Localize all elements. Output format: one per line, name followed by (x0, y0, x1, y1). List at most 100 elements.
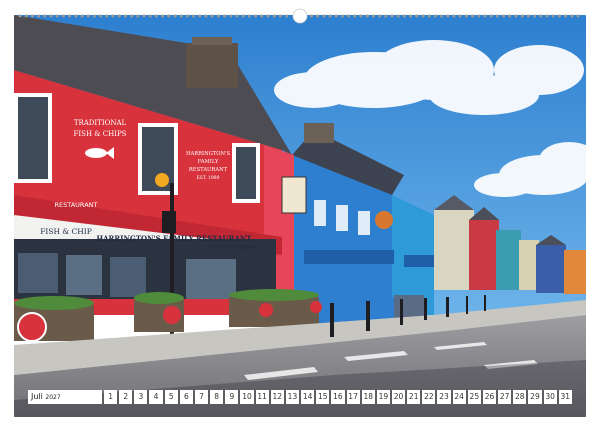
day-cell: 2 (119, 390, 133, 404)
binding-dot (55, 14, 59, 18)
binding-dot (390, 14, 394, 18)
binding-dot (347, 14, 351, 18)
binding-dot (235, 14, 239, 18)
binding-dot (86, 14, 90, 18)
round-sign-2 (163, 306, 181, 324)
day-cell: 16 (331, 390, 345, 404)
day-cells: 1 2 3 4 5 6 7 8 9 10 11 12 13 14 15 16 17 18 19 20 21 22 23 24 2… (104, 390, 572, 404)
binding-dot (533, 14, 537, 18)
day-cell: 4 (149, 390, 163, 404)
day-cell: 6 (179, 390, 193, 404)
binding-dot (495, 14, 499, 18)
binding-dot (43, 14, 47, 18)
day-cell: 7 (194, 390, 209, 404)
binding-dot (198, 14, 202, 18)
fascia-restaurant: RESTAURANT (55, 201, 98, 209)
day-cell: 28 (513, 390, 527, 404)
binding-dot (471, 14, 475, 18)
hanging-sign (281, 176, 307, 214)
binding-dot (570, 14, 574, 18)
binding-dot (266, 14, 270, 18)
binding-dot (179, 14, 183, 18)
binding-dot (229, 14, 233, 18)
binding-dot (433, 14, 437, 18)
day-cell: 14 (301, 390, 315, 404)
binding-dot (483, 14, 487, 18)
harrington-sign-line-3: RESTAURANT (189, 167, 228, 173)
binding-dot (68, 14, 72, 18)
binding-dot (185, 14, 189, 18)
binding-dot (564, 14, 568, 18)
month-name: Juli (31, 392, 43, 401)
street-photo: TRADITIONAL FISH & CHIPS HARRINGTON'S FA… (14, 15, 586, 417)
wall-sign-line-2: FISH & CHIPS (74, 130, 127, 138)
binding-dot (30, 14, 34, 18)
binding-dot (545, 14, 549, 18)
binding-dot (148, 14, 152, 18)
binding-dot (458, 14, 462, 18)
calendar-strip: Juli 2027 1 2 3 4 5 6 7 8 9 10 11 12 13 14 15 16 17 18 19 2… (28, 390, 572, 404)
harrington-sign-line-1: HARRINGTON'S (186, 151, 230, 157)
binding-dot (452, 14, 456, 18)
fascia-main: HARRINGTON'S FAMILY RESTAURANT (96, 234, 252, 243)
binding-dot (309, 14, 313, 18)
binding-dot (61, 14, 65, 18)
day-cell: 30 (543, 390, 557, 404)
binding-dot (130, 14, 134, 18)
harrington-sign-line-4: EST. 1989 (196, 175, 219, 181)
binding-dot (272, 14, 276, 18)
binding-dot (539, 14, 543, 18)
binding-dot (92, 14, 96, 18)
binding-dot (508, 14, 512, 18)
wall-sign-line-1: TRADITIONAL (74, 119, 127, 127)
day-cell: 21 (407, 390, 421, 404)
binding-dot (371, 14, 375, 18)
binding-dot (173, 14, 177, 18)
binding-dot (415, 14, 419, 18)
binding-dot (161, 14, 165, 18)
day-cell: 31 (558, 390, 572, 404)
binding-dot (489, 14, 493, 18)
binding-dot (74, 14, 78, 18)
day-cell: 23 (437, 390, 451, 404)
binding-dot (142, 14, 146, 18)
day-cell: 13 (285, 390, 300, 404)
binding-dot (384, 14, 388, 18)
day-cell: 3 (134, 390, 148, 404)
day-cell: 18 (361, 390, 375, 404)
binding-dot (328, 14, 332, 18)
street-lamp (155, 173, 169, 187)
binding-dot (440, 14, 444, 18)
binding-dot (223, 14, 227, 18)
binding-dot (278, 14, 282, 18)
round-sign-4 (310, 301, 322, 313)
day-cell: 12 (270, 390, 284, 404)
binding-dot (285, 14, 289, 18)
binding-dot (526, 14, 530, 18)
binding-dot (520, 14, 524, 18)
binding-dot (260, 14, 264, 18)
day-cell: 25 (467, 390, 481, 404)
binding-dot (551, 14, 555, 18)
binding-dot (477, 14, 481, 18)
month-year: 2027 (45, 394, 61, 401)
binding-dot (396, 14, 400, 18)
binding-dot (37, 14, 41, 18)
day-cell: 22 (422, 390, 436, 404)
binding-dot (111, 14, 115, 18)
day-cell: 5 (164, 390, 178, 404)
day-cell: 1 (104, 390, 118, 404)
binding-dot (365, 14, 369, 18)
binding-dot (427, 14, 431, 18)
hanger-hole (292, 8, 308, 24)
binding-dot (576, 14, 580, 18)
day-cell: 11 (255, 390, 269, 404)
binding-dot (409, 14, 413, 18)
day-cell: 9 (225, 390, 239, 404)
binding-dot (446, 14, 450, 18)
fascia-fish-chip: FISH & CHIP (40, 227, 92, 236)
binding-dot (241, 14, 245, 18)
binding-dot (557, 14, 561, 18)
binding-dot (105, 14, 109, 18)
binding-dot (316, 14, 320, 18)
